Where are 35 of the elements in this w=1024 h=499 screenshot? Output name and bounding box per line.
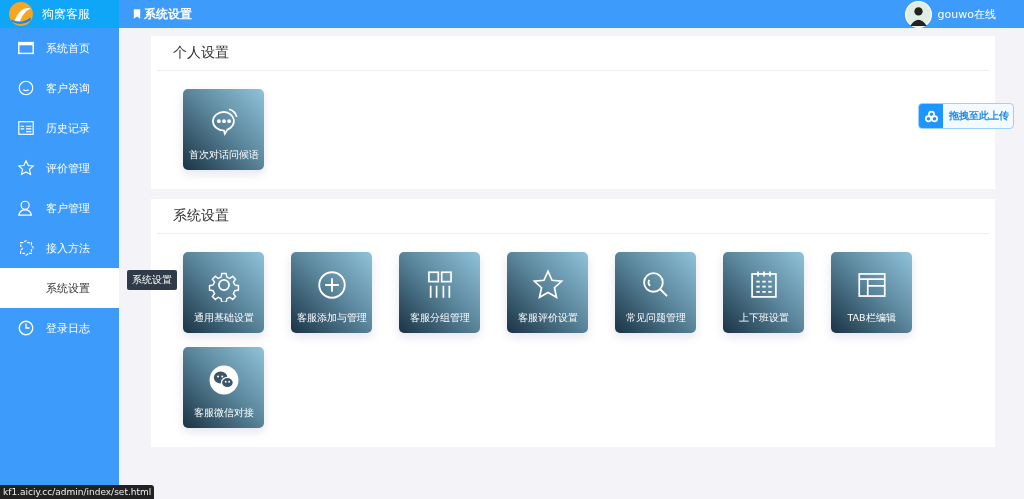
sidebar-item[interactable]: 客户咨询 xyxy=(0,68,119,108)
settings-tile[interactable]: 客服添加与管理 xyxy=(291,252,372,333)
settings-tile[interactable]: 客服微信对接 xyxy=(183,347,264,428)
sidebar-item[interactable]: 系统设置 xyxy=(0,268,119,308)
sidebar-item[interactable]: 系统首页 xyxy=(0,28,119,68)
window-icon xyxy=(17,39,35,57)
settings-tile[interactable]: TAB栏编辑 xyxy=(831,252,912,333)
section-title: 系统设置 xyxy=(157,199,989,234)
settings-tile[interactable]: 通用基础设置 xyxy=(183,252,264,333)
cloud-icon xyxy=(923,108,939,124)
clock-icon xyxy=(17,319,35,337)
settings-tile[interactable]: 常见问题管理 xyxy=(615,252,696,333)
user-status[interactable]: gouwo在线 xyxy=(937,6,996,22)
avatar[interactable] xyxy=(904,0,932,28)
smile-icon xyxy=(17,79,35,97)
tooltip: 系统设置 xyxy=(127,270,177,290)
sidebar-item[interactable]: 接入方法 xyxy=(0,228,119,268)
settings-tile[interactable]: 上下班设置 xyxy=(723,252,804,333)
brand-name: 狗窝客服 xyxy=(42,5,90,23)
user-icon xyxy=(17,199,35,217)
section-title: 个人设置 xyxy=(157,36,989,71)
star-icon xyxy=(17,159,35,177)
settings-tile[interactable]: 首次对话问候语 xyxy=(183,89,264,170)
sidebar-item[interactable]: 客户管理 xyxy=(0,188,119,228)
upload-button[interactable]: 拖拽至此上传 xyxy=(918,103,1014,129)
sidebar-item[interactable]: 历史记录 xyxy=(0,108,119,148)
settings-tile[interactable]: 客服分组管理 xyxy=(399,252,480,333)
logo-icon xyxy=(8,1,34,27)
bookmark-icon xyxy=(133,9,141,19)
star-icon xyxy=(530,268,565,302)
sidebar-item[interactable]: 评价管理 xyxy=(0,148,119,188)
sidebar-item[interactable]: 登录日志 xyxy=(0,308,119,348)
page-title: 系统设置 xyxy=(144,5,192,23)
status-bar: kf1.aiciy.cc/admin/index/set.html xyxy=(0,485,155,499)
settings-tile[interactable]: 客服评价设置 xyxy=(507,252,588,333)
